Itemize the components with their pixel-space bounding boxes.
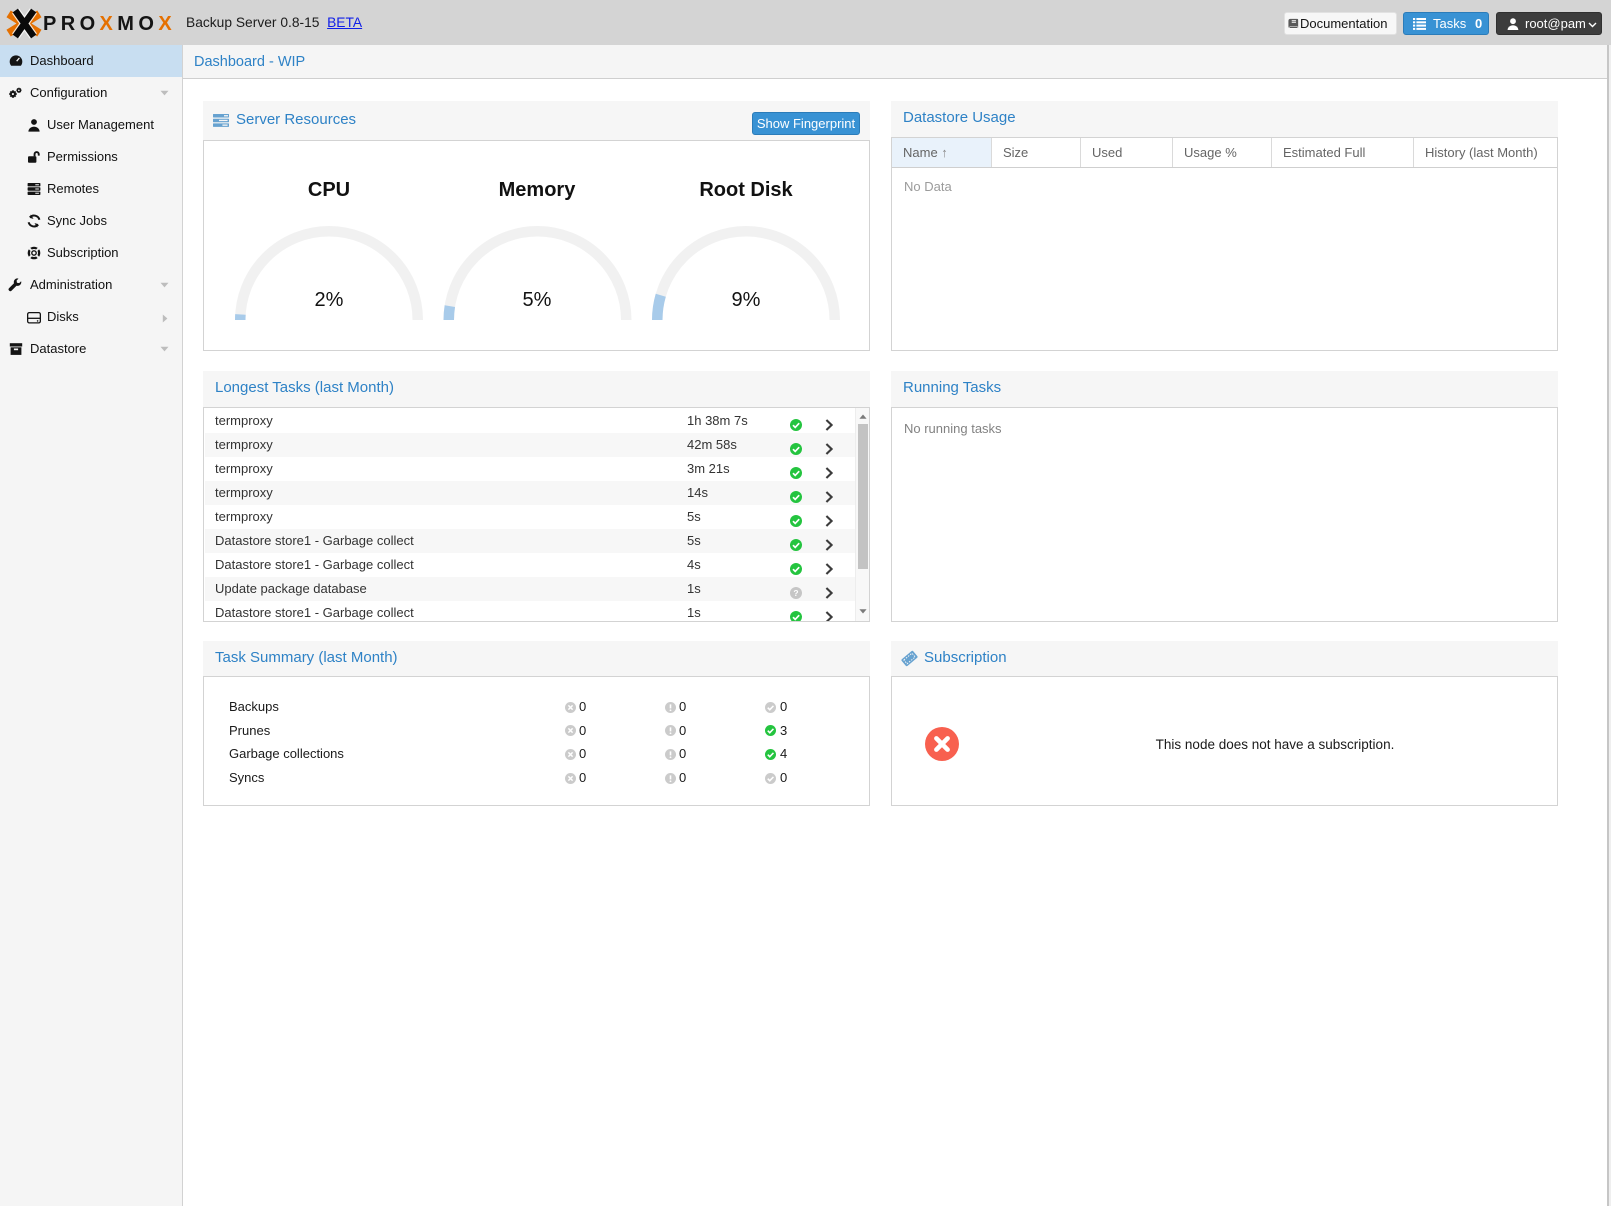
svg-text:?: ? bbox=[793, 588, 798, 598]
svg-text:PROXMOX: PROXMOX bbox=[43, 13, 176, 35]
